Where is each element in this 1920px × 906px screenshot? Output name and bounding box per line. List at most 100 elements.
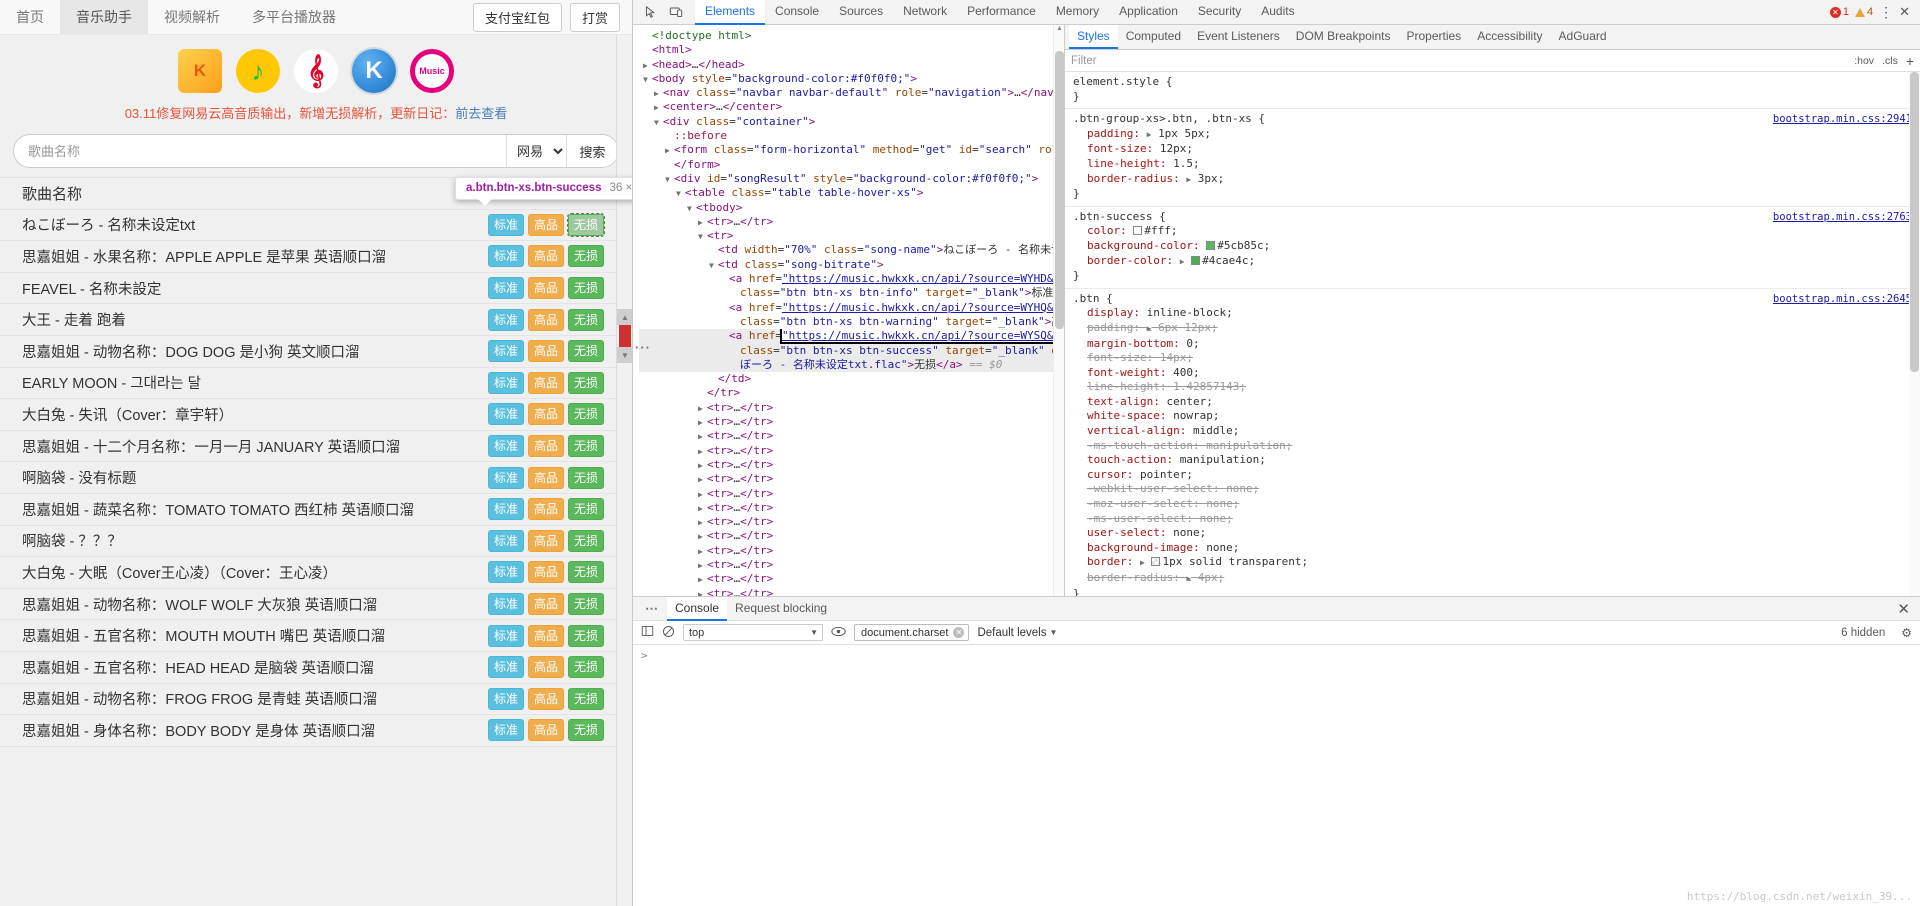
lossless-quality-button[interactable]: 无损 (568, 435, 605, 458)
color-swatch[interactable] (1151, 557, 1161, 567)
table-row[interactable]: FEAVEL - 名称未設定 标准 高品 无损 (0, 272, 632, 304)
color-swatch[interactable] (1191, 255, 1201, 265)
css-selector[interactable]: element.style { (1073, 75, 1172, 88)
standard-quality-button[interactable]: 标准 (488, 498, 525, 521)
standard-quality-button[interactable]: 标准 (488, 624, 525, 647)
styles-tab-styles[interactable]: Styles (1069, 25, 1118, 49)
table-row[interactable]: 大白兔 - 失讯（Cover：章宇轩） 标准 高品 无损 (0, 399, 632, 431)
dom-node-line[interactable]: ▶ <tr>…</tr> (639, 415, 1064, 429)
standard-quality-button[interactable]: 标准 (488, 340, 525, 363)
console-sidebar-icon[interactable] (641, 625, 654, 640)
search-source-select[interactable]: 网易 (506, 135, 566, 167)
warning-count-badge[interactable]: 4 (1854, 6, 1873, 18)
tab-security[interactable]: Security (1188, 0, 1251, 25)
disclosure-triangle-icon[interactable]: ▼ (698, 230, 707, 243)
disclosure-triangle-icon[interactable]: ▶ (698, 516, 707, 529)
high-quality-button[interactable]: 高品 (528, 277, 565, 300)
css-declaration[interactable]: padding: ▶ 6px 12px; (1073, 321, 1912, 337)
dom-node-line[interactable]: ▶ <tr>…</tr> (639, 458, 1064, 472)
dom-node-line[interactable]: <!doctype html> (639, 29, 1064, 43)
disclosure-triangle-icon[interactable]: ▶ (698, 216, 707, 229)
lossless-quality-button[interactable]: 无损 (568, 498, 605, 521)
nav-item-multi-platform-player[interactable]: 多平台播放器 (236, 0, 352, 34)
table-row[interactable]: 思嘉姐姐 - 身体名称：BODY BODY 是身体 英语顺口溜 标准 高品 无损 (0, 715, 632, 747)
css-rule[interactable]: .btn {bootstrap.min.css:2645 display: inl… (1065, 289, 1920, 607)
css-declaration[interactable]: border-color: ▶ #4cae4c; (1073, 254, 1912, 270)
table-row[interactable]: 思嘉姐姐 - 动物名称：WOLF WOLF 大灰狼 英语顺口溜 标准 高品 无损 (0, 588, 632, 620)
css-declaration[interactable]: user-select: none; (1073, 526, 1912, 541)
disclosure-triangle-icon[interactable]: ▶ (698, 559, 707, 572)
lossless-quality-button[interactable]: 无损 (568, 529, 605, 552)
dom-node-line[interactable]: <a href="https://music.hwkxk.cn/api/?sou… (639, 272, 1064, 286)
css-declaration[interactable]: font-weight: 400; (1073, 366, 1912, 381)
standard-quality-button[interactable]: 标准 (488, 687, 525, 710)
console-levels-select[interactable]: Default levels ▼ (977, 627, 1057, 639)
dom-node-line[interactable]: ▶ <head>…</head> (639, 58, 1064, 72)
standard-quality-button[interactable]: 标准 (488, 466, 525, 489)
high-quality-button[interactable]: 高品 (528, 340, 565, 363)
disclosure-triangle-icon[interactable]: ▶ (698, 502, 707, 515)
drawer-tab-request-blocking[interactable]: Request blocking (727, 597, 835, 621)
tab-elements[interactable]: Elements (695, 0, 766, 25)
drawer-close-icon[interactable]: ✕ (1887, 600, 1920, 618)
disclosure-triangle-icon[interactable]: ▶ (698, 445, 707, 458)
css-origin-link[interactable]: bootstrap.min.css:2645 (1773, 292, 1912, 307)
disclosure-triangle-icon[interactable]: ▶ (698, 545, 707, 558)
search-input[interactable] (14, 135, 506, 167)
dom-node-line[interactable]: </td> (639, 372, 1064, 386)
table-row[interactable]: 思嘉姐姐 - 五官名称：MOUTH MOUTH 嘴巴 英语顺口溜 标准 高品 无损 (0, 620, 632, 652)
disclosure-triangle-icon[interactable]: ▼ (654, 116, 663, 129)
standard-quality-button[interactable]: 标准 (488, 435, 525, 458)
dom-node-line[interactable]: ▼ <table class="table table-hover-xs"> (639, 186, 1064, 200)
table-row[interactable]: 大白兔 - 大眠（Cover王心凌）（Cover：王心凌） 标准 高品 无损 (0, 557, 632, 589)
high-quality-button[interactable]: 高品 (528, 371, 565, 394)
css-declaration[interactable]: line-height: 1.5; (1073, 157, 1912, 172)
high-quality-button[interactable]: 高品 (528, 687, 565, 710)
styles-tab-event-listeners[interactable]: Event Listeners (1189, 25, 1288, 49)
css-declaration[interactable]: -ms-user-select: none; (1073, 512, 1912, 527)
expand-arrow-icon[interactable]: ▶ (1186, 574, 1191, 583)
error-count-badge[interactable]: ✕ 1 (1829, 6, 1849, 18)
disclosure-triangle-icon[interactable]: ▶ (643, 59, 652, 72)
high-quality-button[interactable]: 高品 (528, 435, 565, 458)
dom-node-line[interactable]: ▶ <tr>…</tr> (639, 472, 1064, 486)
styles-filter-input[interactable]: Filter (1071, 55, 1846, 67)
table-row[interactable]: 思嘉姐姐 - 动物名称：DOG DOG 是小狗 英文顺口溜 标准 高品 无损 (0, 335, 632, 368)
css-declaration[interactable]: -webkit-user-select: none; (1073, 482, 1912, 497)
disclosure-triangle-icon[interactable]: ▶ (698, 459, 707, 472)
dom-node-line[interactable]: <td width="70%" class="song-name">ねこぼーろ … (639, 243, 1064, 257)
css-declaration[interactable]: -ms-touch-action: manipulation; (1073, 439, 1912, 454)
dom-node-line[interactable]: ぼーろ - 名称未设定txt.flac">无损</a> == $0 (639, 357, 1064, 373)
live-expression-icon[interactable] (831, 626, 846, 640)
high-quality-button[interactable]: 高品 (528, 403, 565, 426)
force-state-button[interactable]: :hov (1854, 55, 1874, 67)
standard-quality-button[interactable]: 标准 (488, 719, 525, 742)
table-row[interactable]: 思嘉姐姐 - 水果名称：APPLE APPLE 是苹果 英语顺口溜 标准 高品 无损 (0, 241, 632, 273)
high-quality-button[interactable]: 高品 (528, 561, 565, 584)
drawer-menu-icon[interactable]: ⋯ (637, 601, 667, 617)
standard-quality-button[interactable]: 标准 (488, 371, 525, 394)
table-row[interactable]: EARLY MOON - 그대라는 달 标准 高品 无损 (0, 367, 632, 399)
tab-console[interactable]: Console (765, 0, 829, 25)
console-output[interactable]: > https://blog.csdn.net/weixin_39... (633, 645, 1920, 906)
high-quality-button[interactable]: 高品 (528, 656, 565, 679)
table-row[interactable]: 啊脑袋 - ？？？ 标准 高品 无损 (0, 525, 632, 557)
dom-node-line[interactable]: ::before (639, 129, 1064, 143)
dom-node-line[interactable]: class="btn btn-xs btn-warning" target="_… (639, 315, 1064, 329)
nav-item-music-assistant[interactable]: 音乐助手 (60, 0, 148, 34)
css-declaration[interactable]: border-radius: ▶ 3px; (1073, 172, 1912, 188)
dom-node-line[interactable]: ▶ <tr>…</tr> (639, 558, 1064, 572)
dom-node-line[interactable]: ▼ <div class="container"> (639, 115, 1064, 129)
expand-arrow-icon[interactable]: ▶ (1180, 257, 1185, 266)
tab-application[interactable]: Application (1109, 0, 1188, 25)
css-declaration[interactable]: display: inline-block; (1073, 306, 1912, 321)
dom-node-line[interactable]: ▶ <form class="form-horizontal" method="g… (639, 143, 1064, 157)
css-declaration[interactable]: white-space: nowrap; (1073, 409, 1912, 424)
table-row[interactable]: 思嘉姐姐 - 五官名称：HEAD HEAD 是脑袋 英语顺口溜 标准 高品 无损 (0, 651, 632, 683)
lossless-quality-button[interactable]: 无损 (568, 466, 605, 489)
standard-quality-button[interactable]: 标准 (488, 403, 525, 426)
lossless-quality-button[interactable]: 无损 (568, 656, 605, 679)
lossless-quality-button[interactable]: 无损 (568, 277, 605, 300)
lossless-quality-button[interactable]: 无损 (568, 308, 605, 331)
dom-node-line[interactable]: ▼ <tr> (639, 229, 1064, 243)
